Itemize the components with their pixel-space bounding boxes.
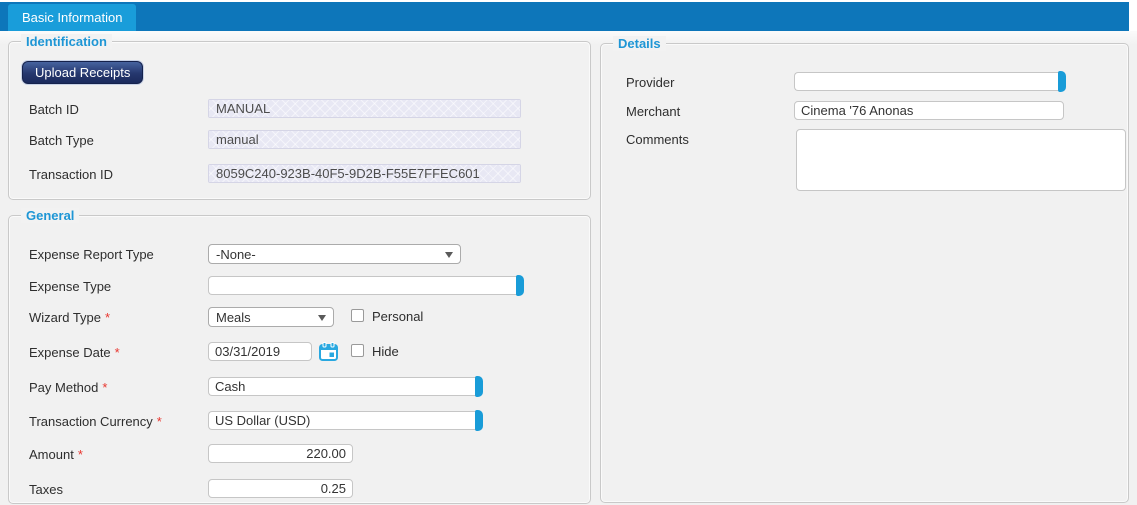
expense-report-type-select[interactable]: -None- bbox=[208, 244, 461, 264]
identification-section: Identification Upload Receipts Batch ID … bbox=[8, 41, 591, 200]
batch-type-label: Batch Type bbox=[29, 133, 94, 148]
upload-receipts-button[interactable]: Upload Receipts bbox=[22, 61, 143, 84]
expense-date-input[interactable] bbox=[208, 342, 312, 361]
merchant-label: Merchant bbox=[626, 104, 680, 119]
amount-label: Amount* bbox=[29, 447, 83, 462]
pay-method-open-list-button[interactable] bbox=[475, 376, 483, 397]
batch-type-field: manual bbox=[208, 130, 521, 149]
wizard-type-select[interactable]: Meals bbox=[208, 307, 334, 327]
provider-open-list-button[interactable] bbox=[1058, 71, 1066, 92]
general-legend: General bbox=[21, 208, 79, 223]
wizard-type-label: Wizard Type* bbox=[29, 310, 110, 325]
transaction-currency-open-list-button[interactable] bbox=[475, 410, 483, 431]
identification-legend: Identification bbox=[21, 34, 112, 49]
wizard-type-value: Meals bbox=[216, 309, 251, 326]
taxes-label: Taxes bbox=[29, 482, 63, 497]
required-marker: * bbox=[115, 345, 120, 360]
details-legend: Details bbox=[613, 36, 666, 51]
taxes-input[interactable] bbox=[208, 479, 353, 498]
provider-input[interactable] bbox=[794, 72, 1059, 91]
dropdown-arrow-icon bbox=[318, 315, 326, 321]
expense-form-page: Basic Information Identification Upload … bbox=[0, 0, 1137, 505]
expense-report-type-label: Expense Report Type bbox=[29, 247, 154, 262]
expense-date-label: Expense Date* bbox=[29, 345, 120, 360]
provider-label: Provider bbox=[626, 75, 674, 90]
required-marker: * bbox=[102, 380, 107, 395]
required-marker: * bbox=[78, 447, 83, 462]
expense-type-label: Expense Type bbox=[29, 279, 111, 294]
tab-basic-information[interactable]: Basic Information bbox=[8, 4, 136, 31]
personal-checkbox-label: Personal bbox=[372, 309, 423, 324]
batch-id-label: Batch ID bbox=[29, 102, 79, 117]
amount-input[interactable] bbox=[208, 444, 353, 463]
pay-method-input[interactable] bbox=[208, 377, 476, 396]
general-section: General Expense Report Type -None- Expen… bbox=[8, 215, 591, 504]
comments-textarea[interactable] bbox=[796, 129, 1126, 191]
expense-type-combo bbox=[208, 276, 524, 295]
transaction-currency-input[interactable] bbox=[208, 411, 476, 430]
expense-report-type-value: -None- bbox=[216, 246, 256, 263]
required-marker: * bbox=[157, 414, 162, 429]
tab-bar: Basic Information bbox=[0, 2, 1129, 31]
expense-type-input[interactable] bbox=[208, 276, 517, 295]
expense-type-open-list-button[interactable] bbox=[516, 275, 524, 296]
provider-combo bbox=[794, 72, 1066, 91]
transaction-currency-label: Transaction Currency* bbox=[29, 414, 162, 429]
dropdown-arrow-icon bbox=[445, 252, 453, 258]
form-content: Identification Upload Receipts Batch ID … bbox=[0, 31, 1137, 505]
calendar-icon[interactable] bbox=[319, 342, 338, 361]
batch-id-field: MANUAL bbox=[208, 99, 521, 118]
personal-checkbox[interactable] bbox=[351, 309, 364, 322]
transaction-id-label: Transaction ID bbox=[29, 167, 113, 182]
hide-checkbox[interactable] bbox=[351, 344, 364, 357]
transaction-id-field: 8059C240-923B-40F5-9D2B-F55E7FFEC601 bbox=[208, 164, 521, 183]
hide-checkbox-label: Hide bbox=[372, 344, 399, 359]
pay-method-label: Pay Method* bbox=[29, 380, 107, 395]
pay-method-combo bbox=[208, 377, 483, 396]
details-section: Details Provider Merchant Comments bbox=[600, 43, 1129, 503]
comments-label: Comments bbox=[626, 132, 689, 147]
transaction-currency-combo bbox=[208, 411, 483, 430]
merchant-input[interactable] bbox=[794, 101, 1064, 120]
required-marker: * bbox=[105, 310, 110, 325]
